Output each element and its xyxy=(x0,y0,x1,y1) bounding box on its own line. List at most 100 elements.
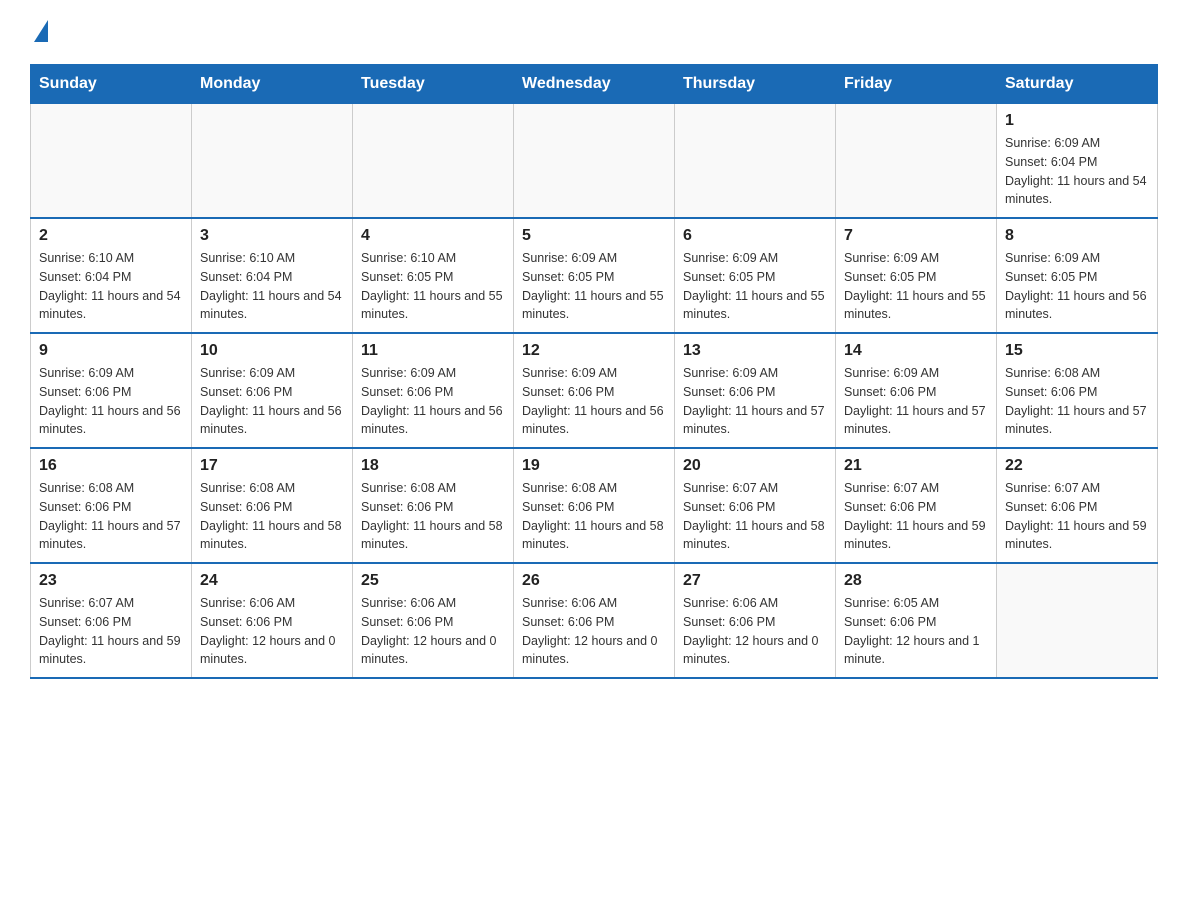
calendar-cell: 25 Sunrise: 6:06 AMSunset: 6:06 PMDayligh… xyxy=(353,563,514,678)
day-number: 20 xyxy=(683,457,827,475)
calendar-cell: 7 Sunrise: 6:09 AMSunset: 6:05 PMDaylight… xyxy=(836,218,997,333)
day-number: 22 xyxy=(1005,457,1149,475)
day-info: Sunrise: 6:07 AMSunset: 6:06 PMDaylight:… xyxy=(1005,479,1149,554)
day-info: Sunrise: 6:07 AMSunset: 6:06 PMDaylight:… xyxy=(683,479,827,554)
calendar-cell: 14 Sunrise: 6:09 AMSunset: 6:06 PMDayligh… xyxy=(836,333,997,448)
day-number: 16 xyxy=(39,457,183,475)
calendar-cell xyxy=(997,563,1158,678)
day-number: 27 xyxy=(683,572,827,590)
calendar-cell xyxy=(31,104,192,219)
day-info: Sunrise: 6:08 AMSunset: 6:06 PMDaylight:… xyxy=(361,479,505,554)
calendar-cell: 15Sunrise: 6:08 AMSunset: 6:06 PMDayligh… xyxy=(997,333,1158,448)
day-info: Sunrise: 6:07 AMSunset: 6:06 PMDaylight:… xyxy=(844,479,988,554)
day-number: 19 xyxy=(522,457,666,475)
day-number: 28 xyxy=(844,572,988,590)
day-info: Sunrise: 6:08 AMSunset: 6:06 PMDaylight:… xyxy=(522,479,666,554)
calendar-cell xyxy=(353,104,514,219)
day-info: Sunrise: 6:09 AMSunset: 6:06 PMDaylight:… xyxy=(683,364,827,439)
day-number: 7 xyxy=(844,227,988,245)
calendar-table: SundayMondayTuesdayWednesdayThursdayFrid… xyxy=(30,64,1158,679)
day-number: 24 xyxy=(200,572,344,590)
day-number: 12 xyxy=(522,342,666,360)
calendar-cell: 5 Sunrise: 6:09 AMSunset: 6:05 PMDaylight… xyxy=(514,218,675,333)
day-of-week-header: Saturday xyxy=(997,65,1158,104)
calendar-cell: 13Sunrise: 6:09 AMSunset: 6:06 PMDayligh… xyxy=(675,333,836,448)
day-info: Sunrise: 6:06 AMSunset: 6:06 PMDaylight:… xyxy=(200,594,344,669)
day-number: 25 xyxy=(361,572,505,590)
day-info: Sunrise: 6:06 AMSunset: 6:06 PMDaylight:… xyxy=(522,594,666,669)
calendar-cell: 11 Sunrise: 6:09 AMSunset: 6:06 PMDayligh… xyxy=(353,333,514,448)
calendar-week-row: 9 Sunrise: 6:09 AMSunset: 6:06 PMDaylight… xyxy=(31,333,1158,448)
calendar-header-row: SundayMondayTuesdayWednesdayThursdayFrid… xyxy=(31,65,1158,104)
calendar-cell: 9 Sunrise: 6:09 AMSunset: 6:06 PMDaylight… xyxy=(31,333,192,448)
calendar-cell xyxy=(192,104,353,219)
calendar-cell: 6 Sunrise: 6:09 AMSunset: 6:05 PMDaylight… xyxy=(675,218,836,333)
day-info: Sunrise: 6:05 AMSunset: 6:06 PMDaylight:… xyxy=(844,594,988,669)
day-info: Sunrise: 6:09 AMSunset: 6:05 PMDaylight:… xyxy=(522,249,666,324)
day-info: Sunrise: 6:09 AMSunset: 6:04 PMDaylight:… xyxy=(1005,134,1149,209)
day-info: Sunrise: 6:10 AMSunset: 6:04 PMDaylight:… xyxy=(200,249,344,324)
calendar-cell: 4Sunrise: 6:10 AMSunset: 6:05 PMDaylight… xyxy=(353,218,514,333)
day-number: 8 xyxy=(1005,227,1149,245)
calendar-cell: 8 Sunrise: 6:09 AMSunset: 6:05 PMDaylight… xyxy=(997,218,1158,333)
day-number: 18 xyxy=(361,457,505,475)
day-number: 14 xyxy=(844,342,988,360)
day-info: Sunrise: 6:09 AMSunset: 6:06 PMDaylight:… xyxy=(39,364,183,439)
calendar-cell xyxy=(675,104,836,219)
calendar-week-row: 23Sunrise: 6:07 AMSunset: 6:06 PMDayligh… xyxy=(31,563,1158,678)
calendar-week-row: 1 Sunrise: 6:09 AMSunset: 6:04 PMDaylight… xyxy=(31,104,1158,219)
day-number: 2 xyxy=(39,227,183,245)
calendar-cell: 16 Sunrise: 6:08 AMSunset: 6:06 PMDayligh… xyxy=(31,448,192,563)
calendar-cell xyxy=(514,104,675,219)
day-number: 26 xyxy=(522,572,666,590)
logo-triangle-icon xyxy=(34,20,48,42)
calendar-cell: 24 Sunrise: 6:06 AMSunset: 6:06 PMDayligh… xyxy=(192,563,353,678)
day-info: Sunrise: 6:10 AMSunset: 6:04 PMDaylight:… xyxy=(39,249,183,324)
day-of-week-header: Friday xyxy=(836,65,997,104)
calendar-cell: 27 Sunrise: 6:06 AMSunset: 6:06 PMDayligh… xyxy=(675,563,836,678)
day-info: Sunrise: 6:09 AMSunset: 6:05 PMDaylight:… xyxy=(683,249,827,324)
day-number: 1 xyxy=(1005,112,1149,130)
calendar-cell: 20 Sunrise: 6:07 AMSunset: 6:06 PMDayligh… xyxy=(675,448,836,563)
day-info: Sunrise: 6:08 AMSunset: 6:06 PMDaylight:… xyxy=(1005,364,1149,439)
calendar-cell: 19 Sunrise: 6:08 AMSunset: 6:06 PMDayligh… xyxy=(514,448,675,563)
day-info: Sunrise: 6:09 AMSunset: 6:05 PMDaylight:… xyxy=(844,249,988,324)
day-number: 9 xyxy=(39,342,183,360)
day-info: Sunrise: 6:09 AMSunset: 6:06 PMDaylight:… xyxy=(200,364,344,439)
calendar-cell: 22 Sunrise: 6:07 AMSunset: 6:06 PMDayligh… xyxy=(997,448,1158,563)
day-info: Sunrise: 6:09 AMSunset: 6:05 PMDaylight:… xyxy=(1005,249,1149,324)
calendar-cell: 18 Sunrise: 6:08 AMSunset: 6:06 PMDayligh… xyxy=(353,448,514,563)
day-info: Sunrise: 6:08 AMSunset: 6:06 PMDaylight:… xyxy=(200,479,344,554)
day-info: Sunrise: 6:06 AMSunset: 6:06 PMDaylight:… xyxy=(361,594,505,669)
calendar-cell: 10 Sunrise: 6:09 AMSunset: 6:06 PMDayligh… xyxy=(192,333,353,448)
day-of-week-header: Wednesday xyxy=(514,65,675,104)
calendar-week-row: 2 Sunrise: 6:10 AMSunset: 6:04 PMDaylight… xyxy=(31,218,1158,333)
day-number: 10 xyxy=(200,342,344,360)
day-of-week-header: Thursday xyxy=(675,65,836,104)
day-number: 11 xyxy=(361,342,505,360)
calendar-cell: 1 Sunrise: 6:09 AMSunset: 6:04 PMDaylight… xyxy=(997,104,1158,219)
day-of-week-header: Sunday xyxy=(31,65,192,104)
day-of-week-header: Monday xyxy=(192,65,353,104)
calendar-cell: 28 Sunrise: 6:05 AMSunset: 6:06 PMDayligh… xyxy=(836,563,997,678)
calendar-cell: 17 Sunrise: 6:08 AMSunset: 6:06 PMDayligh… xyxy=(192,448,353,563)
calendar-cell: 2 Sunrise: 6:10 AMSunset: 6:04 PMDaylight… xyxy=(31,218,192,333)
day-info: Sunrise: 6:08 AMSunset: 6:06 PMDaylight:… xyxy=(39,479,183,554)
day-number: 17 xyxy=(200,457,344,475)
day-number: 21 xyxy=(844,457,988,475)
day-number: 4 xyxy=(361,227,505,245)
calendar-cell: 23Sunrise: 6:07 AMSunset: 6:06 PMDayligh… xyxy=(31,563,192,678)
day-of-week-header: Tuesday xyxy=(353,65,514,104)
day-info: Sunrise: 6:09 AMSunset: 6:06 PMDaylight:… xyxy=(844,364,988,439)
logo xyxy=(30,20,48,44)
day-number: 6 xyxy=(683,227,827,245)
day-info: Sunrise: 6:07 AMSunset: 6:06 PMDaylight:… xyxy=(39,594,183,669)
day-info: Sunrise: 6:09 AMSunset: 6:06 PMDaylight:… xyxy=(361,364,505,439)
day-number: 5 xyxy=(522,227,666,245)
calendar-cell: 26 Sunrise: 6:06 AMSunset: 6:06 PMDayligh… xyxy=(514,563,675,678)
day-info: Sunrise: 6:06 AMSunset: 6:06 PMDaylight:… xyxy=(683,594,827,669)
day-info: Sunrise: 6:09 AMSunset: 6:06 PMDaylight:… xyxy=(522,364,666,439)
calendar-cell: 3Sunrise: 6:10 AMSunset: 6:04 PMDaylight… xyxy=(192,218,353,333)
calendar-week-row: 16 Sunrise: 6:08 AMSunset: 6:06 PMDayligh… xyxy=(31,448,1158,563)
calendar-cell xyxy=(836,104,997,219)
